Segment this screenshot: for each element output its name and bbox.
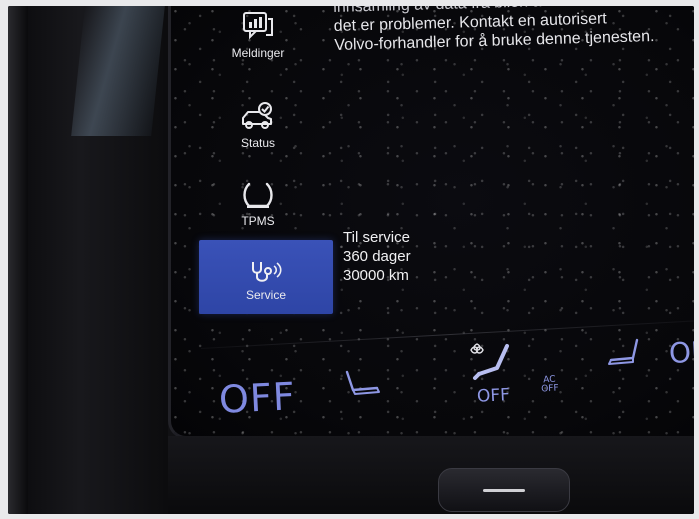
nav-item-tpms[interactable]: TPMS xyxy=(198,180,318,228)
left-bezel xyxy=(8,6,168,514)
climate-off-left-button[interactable]: OFF xyxy=(218,374,297,422)
lower-bezel xyxy=(168,436,694,514)
ac-off-label: OFF xyxy=(540,383,559,395)
window-reflection xyxy=(71,6,165,136)
tire-pressure-icon xyxy=(243,182,273,208)
service-message: innsamling av data fra bilen av en Volvo… xyxy=(333,6,694,55)
service-info: Til service 360 dager 30000 km xyxy=(343,228,411,285)
stethoscope-icon xyxy=(252,262,282,282)
home-button[interactable] xyxy=(438,468,570,512)
nav-item-label: Meldinger xyxy=(231,46,285,60)
nav-item-label: Service xyxy=(245,288,286,302)
nav-item-label: TPMS xyxy=(241,214,275,228)
messages-icon xyxy=(243,12,273,40)
climate-off-right-button[interactable]: OF xyxy=(668,335,694,370)
ac-off-button[interactable]: AC OFF xyxy=(540,375,559,395)
bezel-edge xyxy=(8,6,28,514)
car-status-icon xyxy=(242,102,272,129)
seat-right-icon[interactable] xyxy=(603,336,647,370)
service-days: 360 dager xyxy=(343,248,411,265)
photo-frame: innsamling av data fra bilen av en Volvo… xyxy=(8,6,694,514)
service-title: Til service xyxy=(343,229,410,246)
nav-item-service[interactable]: Service xyxy=(199,240,333,314)
nav-item-meldinger[interactable]: Meldinger xyxy=(198,10,318,60)
home-bar-icon xyxy=(483,489,525,492)
infotainment-screen: innsamling av data fra bilen av en Volvo… xyxy=(168,6,694,439)
service-distance: 30000 km xyxy=(343,267,409,284)
nav-item-label: Status xyxy=(240,136,276,150)
nav-item-status[interactable]: Status xyxy=(198,102,318,150)
seat-heat-icon[interactable] xyxy=(467,340,517,386)
seat-heat-off-label: OFF xyxy=(476,385,511,407)
seat-icon[interactable] xyxy=(341,366,385,400)
